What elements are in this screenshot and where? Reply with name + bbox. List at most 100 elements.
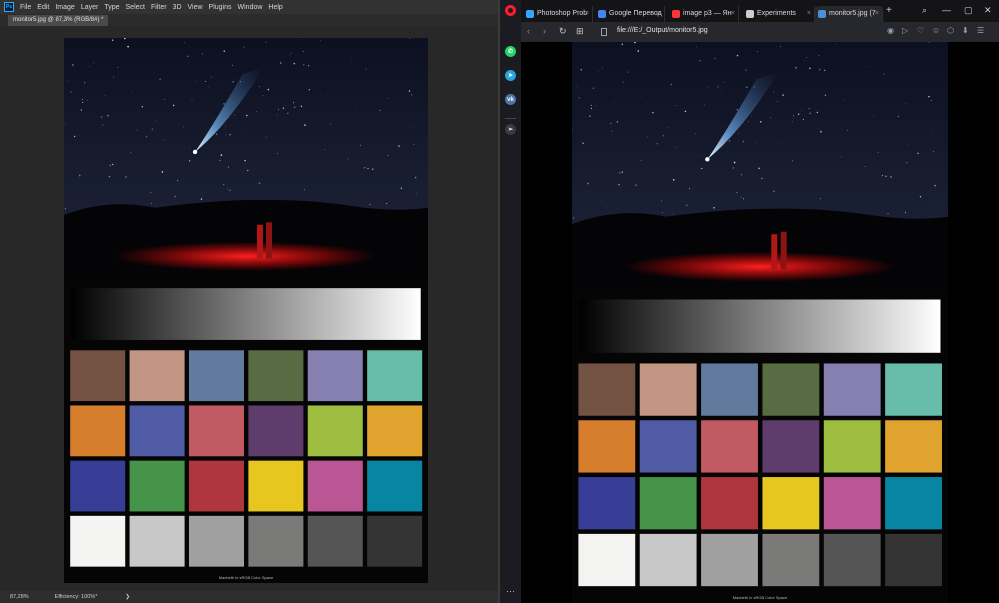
star bbox=[219, 159, 221, 162]
star bbox=[820, 130, 822, 133]
star bbox=[791, 121, 793, 122]
star bbox=[824, 69, 826, 71]
star bbox=[303, 64, 305, 66]
star bbox=[707, 86, 708, 88]
star bbox=[72, 64, 74, 66]
extensions-icon[interactable]: ⬡ bbox=[947, 26, 954, 35]
menu-layer[interactable]: Layer bbox=[81, 4, 99, 11]
menu-window[interactable]: Window bbox=[238, 4, 263, 11]
star bbox=[732, 167, 734, 169]
telegram-icon[interactable]: ➤ bbox=[505, 70, 516, 81]
star bbox=[84, 82, 86, 84]
snapshot-icon[interactable]: ◉ bbox=[887, 26, 894, 35]
ps-canvas-area[interactable]: Macbeth in sRGB Color Space bbox=[8, 26, 496, 591]
star bbox=[225, 126, 226, 127]
url-field[interactable]: file:///E:/_Output/monitor5.jpg bbox=[617, 27, 708, 34]
star bbox=[109, 164, 112, 166]
document-tab[interactable]: monitor5.jpg @ 87,3% (RGB/8#) * bbox=[8, 15, 109, 26]
forward-button[interactable]: › bbox=[543, 26, 546, 36]
reload-button[interactable]: ↻ bbox=[559, 26, 567, 37]
zoom-level[interactable]: 87,28% bbox=[10, 594, 29, 600]
send-icon[interactable]: ➢ bbox=[505, 124, 516, 135]
speed-dial-icon[interactable]: ⊞ bbox=[576, 26, 584, 37]
menu-edit[interactable]: Edit bbox=[37, 4, 49, 11]
star bbox=[237, 110, 239, 111]
menu-3d[interactable]: 3D bbox=[173, 4, 182, 11]
star bbox=[686, 204, 688, 206]
easy-setup-icon[interactable]: ☰ bbox=[977, 26, 984, 35]
star bbox=[161, 171, 164, 173]
sidebar-more-icon[interactable]: ⋯ bbox=[506, 586, 515, 597]
minimize-button[interactable]: — bbox=[942, 5, 951, 15]
browser-tab-5[interactable]: monitor5.jpg (7 × bbox=[815, 6, 883, 22]
status-menu-arrow-icon[interactable]: ❯ bbox=[125, 594, 130, 600]
menu-help[interactable]: Help bbox=[268, 4, 282, 11]
bookmark-icon[interactable]: ♡ bbox=[917, 26, 924, 35]
star bbox=[293, 102, 294, 104]
menu-file[interactable]: File bbox=[20, 4, 31, 11]
star bbox=[919, 196, 922, 198]
star bbox=[890, 176, 892, 178]
downloads-icon[interactable]: ⬇ bbox=[962, 26, 969, 35]
star bbox=[164, 139, 165, 141]
star bbox=[289, 55, 290, 56]
star bbox=[64, 208, 67, 210]
vk-icon[interactable]: vk bbox=[505, 94, 516, 105]
star bbox=[246, 114, 248, 117]
menu-plugins[interactable]: Plugins bbox=[209, 4, 232, 11]
star bbox=[661, 200, 663, 202]
close-tab-icon[interactable]: × bbox=[731, 6, 735, 22]
browser-tab-2[interactable]: Google Перевод × bbox=[595, 6, 665, 22]
color-patch bbox=[639, 477, 697, 530]
star bbox=[580, 69, 582, 71]
star bbox=[414, 176, 417, 179]
close-tab-icon[interactable]: × bbox=[875, 6, 879, 22]
star bbox=[225, 133, 226, 135]
star bbox=[223, 183, 225, 185]
close-window-button[interactable]: ✕ bbox=[984, 5, 992, 16]
menu-filter[interactable]: Filter bbox=[151, 4, 167, 11]
star bbox=[696, 46, 697, 48]
tab-favicon-icon bbox=[526, 10, 534, 18]
color-patch bbox=[248, 460, 304, 512]
opera-logo-icon[interactable] bbox=[505, 5, 516, 16]
color-patch bbox=[70, 350, 126, 402]
new-tab-button[interactable]: + bbox=[886, 5, 892, 16]
star bbox=[747, 120, 749, 122]
star bbox=[728, 140, 731, 142]
star bbox=[736, 54, 739, 57]
color-patch bbox=[70, 460, 126, 512]
whatsapp-icon[interactable]: ✆ bbox=[505, 46, 516, 57]
close-tab-icon[interactable]: × bbox=[657, 6, 661, 22]
browser-tab-3[interactable]: image p3 — Ян × bbox=[669, 6, 739, 22]
star bbox=[258, 182, 261, 184]
back-button[interactable]: ‹ bbox=[527, 26, 530, 36]
close-tab-icon[interactable]: × bbox=[807, 6, 811, 22]
person-figure bbox=[780, 231, 787, 270]
star bbox=[398, 145, 400, 147]
menu-image[interactable]: Image bbox=[55, 4, 74, 11]
browser-tab-4[interactable]: Experiments × bbox=[743, 6, 815, 22]
menu-type[interactable]: Type bbox=[104, 4, 119, 11]
star bbox=[320, 40, 321, 41]
maximize-button[interactable]: ▢ bbox=[964, 5, 973, 16]
account-icon[interactable]: ☺ bbox=[932, 26, 940, 35]
star bbox=[801, 110, 802, 112]
opera-address-bar: ‹ › ↻ ⊞ file:///E:/_Output/monitor5.jpg … bbox=[521, 22, 999, 42]
search-tabs-icon[interactable]: ⌕ bbox=[922, 5, 927, 16]
flow-icon[interactable]: ▷ bbox=[902, 26, 908, 35]
color-patch bbox=[701, 477, 758, 530]
menu-view[interactable]: View bbox=[188, 4, 203, 11]
menu-select[interactable]: Select bbox=[126, 4, 145, 11]
star bbox=[258, 86, 260, 88]
red-glow-ground bbox=[114, 241, 378, 271]
star bbox=[635, 48, 636, 49]
star bbox=[229, 133, 231, 136]
star bbox=[411, 94, 413, 96]
close-tab-icon[interactable]: × bbox=[585, 6, 589, 22]
browser-tab-1[interactable]: Photoshop Prob × bbox=[523, 6, 593, 22]
star bbox=[627, 71, 629, 73]
browser-viewport[interactable]: Macbeth in sRGB Color Space bbox=[521, 42, 999, 603]
color-patch bbox=[762, 477, 820, 530]
star bbox=[780, 143, 782, 145]
